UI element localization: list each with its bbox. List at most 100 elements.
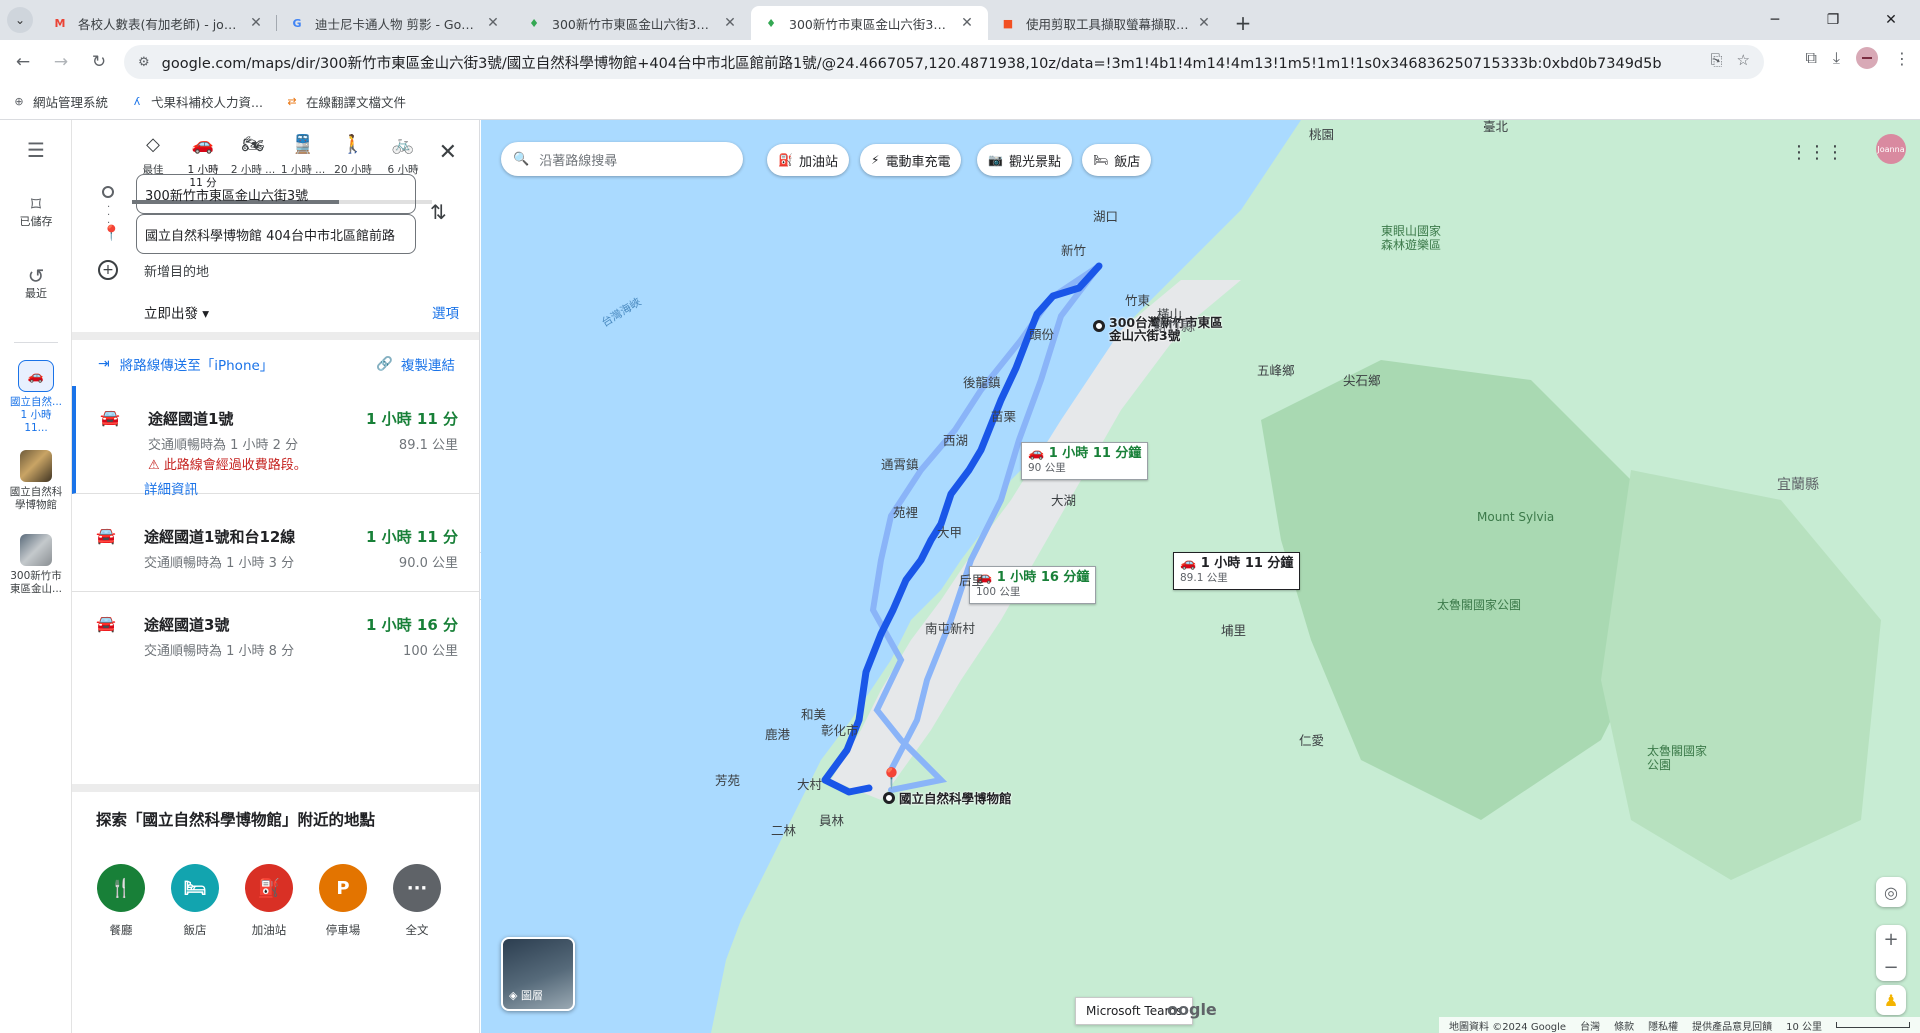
- tab-search-button[interactable]: ⌄: [0, 0, 40, 40]
- route-time-label-selected[interactable]: 🚗 1 小時 11 分鐘 89.1 公里: [1173, 552, 1301, 590]
- depart-time-dropdown[interactable]: 立即出發 ▾: [144, 302, 209, 322]
- nearby-hotels[interactable]: 🛏 飯店: [170, 864, 220, 938]
- route-time-label[interactable]: 🚗 1 小時 16 分鐘 100 公里: [969, 566, 1097, 604]
- privacy-link[interactable]: 隱私權: [1648, 1018, 1678, 1033]
- route-traffic-time: 交通順暢時為 1 小時 2 分: [148, 438, 299, 453]
- download-icon[interactable]: ⤓: [1833, 48, 1840, 68]
- close-window-icon[interactable]: ✕: [1862, 0, 1920, 40]
- browser-tab[interactable]: M 各校人數表(有加老師) - joanna ✕: [40, 6, 277, 40]
- zoom-in-icon[interactable]: +: [1883, 929, 1898, 950]
- swap-icon: ⇄: [287, 95, 297, 108]
- extensions-icon[interactable]: ⧉: [1805, 48, 1816, 68]
- bookmark-star-icon[interactable]: ☆: [1737, 51, 1750, 69]
- back-icon[interactable]: ←: [8, 47, 38, 77]
- route-option[interactable]: 🚘 途經國道1號和台12線 1 小時 11 分 交通順暢時為 1 小時 3 分 …: [72, 504, 479, 592]
- route-time-label[interactable]: 🚗 1 小時 11 分鐘 90 公里: [1021, 442, 1149, 480]
- layers-label: 圖層: [520, 989, 543, 1002]
- chip-gas-station[interactable]: ⛽ 加油站: [767, 144, 849, 176]
- link-icon: 🔗: [376, 356, 393, 372]
- route-option[interactable]: 🚘 途經國道3號 1 小時 16 分 交通順暢時為 1 小時 8 分 100 公…: [72, 592, 479, 680]
- browser-tab-active[interactable]: ♦ 300新竹市東區金山六街3號 至 ✕: [751, 6, 988, 40]
- nearby-gas[interactable]: ⛽ 加油站: [244, 864, 294, 938]
- rail-saved[interactable]: ⌑ 已儲存: [0, 194, 72, 228]
- bookmark-label: 在線翻譯文檔文件: [305, 95, 406, 110]
- google-apps-icon[interactable]: ⋮⋮⋮: [1790, 142, 1844, 163]
- microsoft-icon: ■: [1002, 16, 1014, 30]
- ev-charger-icon: ⚡: [871, 153, 880, 167]
- rail-place-label: 國立自然科學博物館: [9, 486, 63, 511]
- window-controls: ─ ❐ ✕: [1746, 0, 1920, 40]
- bookmark-item[interactable]: ʎ 弋果科補校人力資...: [130, 92, 263, 111]
- rail-current-trip[interactable]: 🚗 國立自然... 1 小時 11...: [8, 360, 64, 435]
- rail-recent[interactable]: ↺ 最近: [0, 266, 72, 300]
- nearby-more[interactable]: ··· 全文: [392, 864, 442, 938]
- forward-icon[interactable]: →: [46, 47, 76, 77]
- feedback-link[interactable]: 提供產品意見回饋: [1692, 1018, 1772, 1033]
- hamburger-menu-icon[interactable]: ☰: [0, 140, 72, 161]
- my-location-icon[interactable]: ◎: [1876, 877, 1906, 907]
- origin-marker[interactable]: [1093, 320, 1105, 332]
- close-tab-icon[interactable]: ✕: [721, 15, 739, 31]
- close-tab-icon[interactable]: ✕: [247, 15, 265, 31]
- chip-attractions[interactable]: 📷 觀光景點: [977, 144, 1072, 176]
- nearby-parking[interactable]: P 停車場: [318, 864, 368, 938]
- destination-pin-icon[interactable]: 📍: [879, 766, 904, 790]
- restore-icon[interactable]: ❐: [1804, 0, 1862, 40]
- pegman-icon[interactable]: ♟: [1876, 985, 1906, 1015]
- rail-recent-label: 最近: [25, 287, 47, 300]
- destination-marker[interactable]: [883, 792, 895, 804]
- route-duration: 1 小時 11 分: [366, 410, 458, 428]
- tab-title: 使用剪取工具擷取螢幕擷取畫面: [1026, 16, 1189, 32]
- more-icon: ···: [393, 864, 441, 912]
- region-link[interactable]: 台灣: [1580, 1018, 1600, 1033]
- chevron-down-icon: ⌄: [7, 7, 33, 33]
- close-directions-icon[interactable]: ✕: [439, 140, 457, 165]
- maps-pin-icon: ♦: [529, 16, 539, 30]
- url-text[interactable]: google.com/maps/dir/300新竹市東區金山六街3號/國立自然科…: [162, 52, 1662, 73]
- place-label: 大甲: [937, 525, 963, 540]
- swap-waypoints-icon[interactable]: ⇅: [430, 200, 447, 224]
- browser-tab[interactable]: ♦ 300新竹市東區金山六街3號 - G ✕: [514, 6, 751, 40]
- nearby-label: 餐廳: [109, 923, 133, 937]
- kebab-menu-icon[interactable]: ⋮: [1894, 49, 1910, 68]
- address-bar[interactable]: ⚙ google.com/maps/dir/300新竹市東區金山六街3號/國立自…: [124, 45, 1764, 79]
- reload-icon[interactable]: ↻: [84, 47, 114, 77]
- rail-divider: [14, 342, 58, 343]
- send-to-device-icon: ⇥: [98, 356, 110, 372]
- new-tab-button[interactable]: +: [1225, 6, 1261, 40]
- bookmark-item[interactable]: ⇄ 在線翻譯文檔文件: [285, 92, 406, 111]
- tab-title: 各校人數表(有加老師) - joanna: [78, 16, 241, 32]
- send-to-phone-link[interactable]: ⇥ 將路線傳送至「iPhone」: [98, 354, 273, 374]
- account-avatar[interactable]: Joanna: [1876, 134, 1906, 164]
- rail-recent-place[interactable]: 300新竹市東區金山...: [8, 534, 64, 596]
- close-tab-icon[interactable]: ✕: [1195, 15, 1213, 31]
- terms-link[interactable]: 條款: [1614, 1018, 1634, 1033]
- place-label: 苗栗: [991, 409, 1017, 424]
- chip-ev-charging[interactable]: ⚡ 電動車充電: [860, 144, 962, 176]
- route-details-link[interactable]: 詳細資訊: [144, 478, 198, 498]
- chip-hotels[interactable]: 🛏 飯店: [1082, 144, 1152, 176]
- options-link[interactable]: 選項: [432, 302, 459, 322]
- layers-button[interactable]: ◈ 圖層: [501, 937, 575, 1011]
- close-tab-icon[interactable]: ✕: [958, 15, 976, 31]
- route-search-input[interactable]: 🔍 沿著路線搜尋: [501, 142, 743, 176]
- route-duration: 1 小時 11 分: [366, 528, 458, 546]
- close-tab-icon[interactable]: ✕: [484, 15, 502, 31]
- nearby-restaurants[interactable]: 🍴 餐廳: [96, 864, 146, 938]
- browser-tab[interactable]: G 迪士尼卡通人物 剪影 - Googl ✕: [277, 6, 514, 40]
- install-app-icon[interactable]: ⎘: [1711, 51, 1723, 69]
- place-label: 員林: [819, 813, 845, 828]
- profile-avatar[interactable]: [1856, 47, 1878, 69]
- map-canvas[interactable]: 🔍 沿著路線搜尋 ⛽ 加油站 ⚡ 電動車充電 📷 觀光景點 🛏 飯店 ⋮⋮⋮ Joanna…: [481, 120, 1920, 1033]
- add-destination-button[interactable]: + 新增目的地: [98, 260, 209, 280]
- zoom-out-icon[interactable]: −: [1883, 957, 1898, 978]
- origin-input[interactable]: 300新竹市東區金山六街3號: [136, 174, 416, 214]
- site-info-icon[interactable]: ⚙: [138, 55, 150, 70]
- bookmark-item[interactable]: ⊕ 網站管理系統: [12, 92, 108, 111]
- rail-recent-place[interactable]: 國立自然科學博物館: [8, 450, 64, 512]
- browser-tab[interactable]: ■ 使用剪取工具擷取螢幕擷取畫面 ✕: [988, 6, 1225, 40]
- copy-link-button[interactable]: 🔗 複製連結: [376, 354, 455, 374]
- minimize-icon[interactable]: ─: [1746, 0, 1804, 40]
- route-option-selected[interactable]: 🚘 途經國道1號 1 小時 11 分 交通順暢時為 1 小時 2 分 89.1 …: [72, 386, 479, 494]
- destination-input[interactable]: 國立自然科學博物館 404台中市北區館前路: [136, 214, 416, 254]
